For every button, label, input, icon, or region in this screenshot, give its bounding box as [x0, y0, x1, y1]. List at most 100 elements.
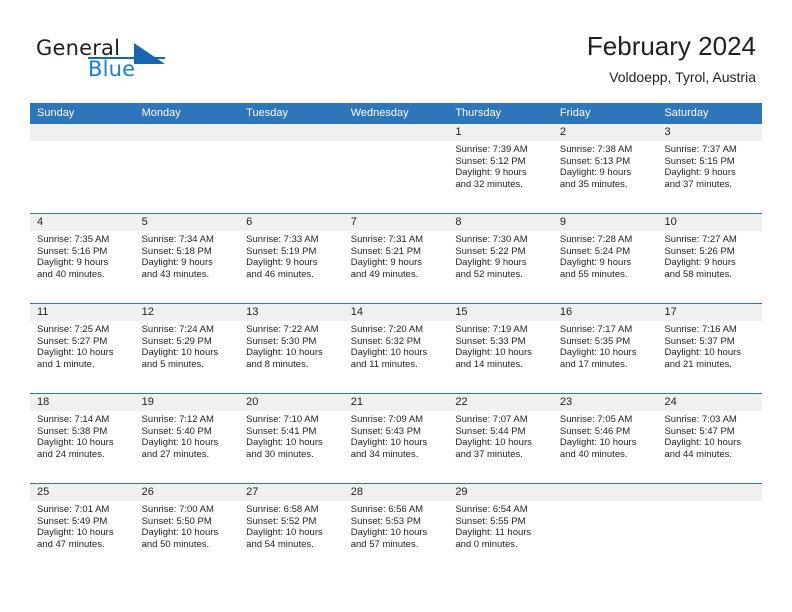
- daylight-duration-line2: and 52 minutes.: [455, 268, 523, 280]
- daylight-duration-line1: Daylight: 10 hours: [246, 347, 323, 359]
- logo-text-blue: Blue: [88, 57, 136, 81]
- triangle-icon: [134, 43, 165, 64]
- sunrise-time: Sunrise: 7:19 AM: [455, 324, 528, 335]
- day-number: 1: [455, 126, 462, 138]
- day-cell[interactable]: 29 Sunrise: 6:54 AM Sunset: 5:55 PM Dayligh…: [448, 484, 553, 573]
- daylight-duration-line1: Daylight: 10 hours: [37, 437, 114, 449]
- day-sun-info: Sunrise: 7:35 AM Sunset: 5:16 PM Daylight:…: [30, 231, 135, 280]
- day-cell[interactable]: 11 Sunrise: 7:25 AM Sunset: 5:27 PM Dayligh…: [30, 304, 135, 393]
- day-number: [344, 124, 449, 141]
- day-cell[interactable]: 9 Sunrise: 7:28 AM Sunset: 5:24 PM Daylight…: [552, 214, 658, 303]
- sunrise-time: Sunrise: 7:39 AM: [455, 144, 528, 155]
- day-number: 9: [559, 216, 567, 228]
- day-cell-empty: [343, 124, 449, 213]
- daylight-duration-line1: Daylight: 10 hours: [37, 527, 114, 539]
- day-cell[interactable]: 1 Sunrise: 7:39 AM Sunset: 5:12 PM Daylight…: [448, 124, 553, 213]
- daylight-duration-line1: Daylight: 9 hours: [664, 257, 736, 269]
- day-cell[interactable]: 17 Sunrise: 7:16 AM Sunset: 5:37 PM Dayligh…: [657, 304, 763, 393]
- daylight-duration-line2: and 44 minutes.: [664, 448, 733, 460]
- day-cell[interactable]: 14 Sunrise: 7:20 AM Sunset: 5:32 PM Dayligh…: [343, 304, 449, 393]
- daylight-duration-line2: and 30 minutes.: [246, 448, 314, 460]
- day-cell[interactable]: 13 Sunrise: 7:22 AM Sunset: 5:30 PM Dayligh…: [239, 304, 344, 393]
- daylight-duration-line2: and 8 minutes.: [246, 358, 309, 370]
- daylight-duration-line2: and 40 minutes.: [37, 268, 105, 280]
- day-sun-info: Sunrise: 7:03 AM Sunset: 5:47 PM Daylight:…: [657, 411, 762, 460]
- day-sun-info: [239, 141, 344, 144]
- day-number: 4: [37, 216, 44, 228]
- sunset-time: Sunset: 5:53 PM: [350, 515, 421, 527]
- day-cell[interactable]: 27 Sunrise: 6:58 AM Sunset: 5:52 PM Dayligh…: [239, 484, 344, 573]
- page-header: General Blue February 2024 Voldoepp, Tyr…: [0, 0, 792, 100]
- day-cell[interactable]: 18 Sunrise: 7:14 AM Sunset: 5:38 PM Dayligh…: [30, 394, 135, 483]
- sunrise-time: Sunrise: 7:35 AM: [37, 234, 110, 245]
- day-number: 22: [455, 396, 468, 408]
- day-cell[interactable]: 26 Sunrise: 7:00 AM Sunset: 5:50 PM Dayligh…: [134, 484, 240, 573]
- daylight-duration-line2: and 24 minutes.: [37, 448, 105, 460]
- day-cell[interactable]: 23 Sunrise: 7:05 AM Sunset: 5:46 PM Dayligh…: [552, 394, 658, 483]
- sunset-time: Sunset: 5:21 PM: [350, 245, 421, 257]
- day-cell[interactable]: 20 Sunrise: 7:10 AM Sunset: 5:41 PM Dayligh…: [239, 394, 344, 483]
- day-cell[interactable]: 4 Sunrise: 7:35 AM Sunset: 5:16 PM Daylight…: [30, 214, 135, 303]
- day-number: 29: [455, 486, 468, 498]
- sunset-time: Sunset: 5:15 PM: [664, 155, 735, 167]
- sunset-time: Sunset: 5:37 PM: [664, 335, 735, 347]
- day-cell[interactable]: 6 Sunrise: 7:33 AM Sunset: 5:19 PM Daylight…: [239, 214, 344, 303]
- daylight-duration-line2: and 46 minutes.: [246, 268, 314, 280]
- daylight-duration-line2: and 37 minutes.: [455, 448, 523, 460]
- day-sun-info: Sunrise: 7:14 AM Sunset: 5:38 PM Daylight:…: [30, 411, 135, 460]
- day-cell[interactable]: 12 Sunrise: 7:24 AM Sunset: 5:29 PM Dayligh…: [134, 304, 240, 393]
- day-cell[interactable]: 5 Sunrise: 7:34 AM Sunset: 5:18 PM Daylight…: [134, 214, 240, 303]
- sunrise-time: Sunrise: 6:54 AM: [455, 504, 528, 515]
- daylight-duration-line1: Daylight: 10 hours: [455, 437, 532, 449]
- sunrise-time: Sunrise: 7:09 AM: [350, 414, 424, 425]
- day-sun-info: Sunrise: 7:39 AM Sunset: 5:12 PM Daylight:…: [448, 141, 553, 190]
- daylight-duration-line2: and 40 minutes.: [559, 448, 628, 460]
- day-sun-info: Sunrise: 7:24 AM Sunset: 5:29 PM Daylight:…: [135, 321, 240, 370]
- day-number: 16: [559, 306, 573, 318]
- sunset-time: Sunset: 5:46 PM: [559, 425, 631, 437]
- sunrise-time: Sunrise: 7:22 AM: [246, 324, 319, 335]
- daylight-duration-line2: and 55 minutes.: [559, 268, 628, 280]
- day-number: 2: [559, 126, 567, 138]
- daylight-duration-line1: Daylight: 10 hours: [350, 347, 428, 359]
- day-sun-info: [344, 141, 449, 144]
- weekday-header-tuesday: Tuesday: [246, 107, 288, 119]
- sunset-time: Sunset: 5:13 PM: [559, 155, 631, 167]
- day-cell-empty: [239, 124, 344, 213]
- daylight-duration-line2: and 34 minutes.: [350, 448, 419, 460]
- sunrise-time: Sunrise: 7:28 AM: [559, 234, 633, 245]
- daylight-duration-line2: and 27 minutes.: [141, 448, 210, 460]
- daylight-duration-line1: Daylight: 10 hours: [141, 527, 219, 539]
- day-sun-info: Sunrise: 7:07 AM Sunset: 5:44 PM Daylight:…: [448, 411, 553, 460]
- day-cell[interactable]: 28 Sunrise: 6:56 AM Sunset: 5:53 PM Dayligh…: [343, 484, 449, 573]
- day-cell[interactable]: 21 Sunrise: 7:09 AM Sunset: 5:43 PM Dayligh…: [343, 394, 449, 483]
- day-cell[interactable]: 22 Sunrise: 7:07 AM Sunset: 5:44 PM Dayligh…: [448, 394, 553, 483]
- day-number: 26: [141, 486, 154, 498]
- day-cell[interactable]: 24 Sunrise: 7:03 AM Sunset: 5:47 PM Dayligh…: [657, 394, 763, 483]
- daylight-duration-line1: Daylight: 9 hours: [37, 257, 109, 269]
- day-cell[interactable]: 2 Sunrise: 7:38 AM Sunset: 5:13 PM Daylight…: [552, 124, 658, 213]
- daylight-duration-line2: and 49 minutes.: [350, 268, 419, 280]
- day-cell[interactable]: 10 Sunrise: 7:27 AM Sunset: 5:26 PM Dayligh…: [657, 214, 763, 303]
- daylight-duration-line1: Daylight: 9 hours: [559, 167, 632, 179]
- day-number: 10: [664, 216, 677, 228]
- day-cell[interactable]: 25 Sunrise: 7:01 AM Sunset: 5:49 PM Dayligh…: [30, 484, 135, 573]
- day-cell[interactable]: 16 Sunrise: 7:17 AM Sunset: 5:35 PM Dayligh…: [552, 304, 658, 393]
- title-block: February 2024 Voldoepp, Tyrol, Austria: [587, 30, 756, 86]
- weekday-header-monday: Monday: [141, 107, 181, 119]
- sunset-time: Sunset: 5:35 PM: [559, 335, 631, 347]
- day-cell[interactable]: 7 Sunrise: 7:31 AM Sunset: 5:21 PM Daylight…: [343, 214, 449, 303]
- day-cell[interactable]: 19 Sunrise: 7:12 AM Sunset: 5:40 PM Dayligh…: [134, 394, 240, 483]
- day-cell[interactable]: 8 Sunrise: 7:30 AM Sunset: 5:22 PM Daylight…: [448, 214, 553, 303]
- sunset-time: Sunset: 5:49 PM: [37, 515, 108, 527]
- daylight-duration-line1: Daylight: 11 hours: [455, 527, 532, 539]
- daylight-duration-line1: Daylight: 10 hours: [559, 437, 637, 449]
- day-cell[interactable]: 15 Sunrise: 7:19 AM Sunset: 5:33 PM Dayligh…: [448, 304, 553, 393]
- general-blue-logo[interactable]: General Blue: [36, 36, 256, 88]
- sunrise-time: Sunrise: 7:10 AM: [246, 414, 319, 425]
- day-cell[interactable]: 3 Sunrise: 7:37 AM Sunset: 5:15 PM Daylight…: [657, 124, 763, 213]
- day-sun-info: [135, 141, 240, 144]
- sunrise-time: Sunrise: 7:01 AM: [37, 504, 110, 515]
- sunrise-time: Sunrise: 7:03 AM: [664, 414, 737, 425]
- daylight-duration-line1: Daylight: 10 hours: [559, 347, 637, 359]
